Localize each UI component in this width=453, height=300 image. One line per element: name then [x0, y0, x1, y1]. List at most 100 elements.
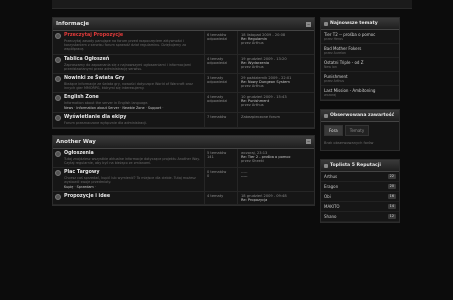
forum-title-link[interactable]: Przeczytaj Propozycje — [64, 33, 201, 38]
reputation-user-link[interactable]: Eragon — [324, 184, 338, 189]
subforum-link[interactable]: Newbie Zone — [122, 106, 144, 110]
category-header: Informacje − — [53, 18, 314, 31]
reputation-user-link[interactable]: Shano — [324, 214, 337, 219]
collapse-icon[interactable]: − — [306, 21, 311, 27]
forum-status-cell — [53, 55, 61, 73]
post-count: odpowiedzi — [207, 60, 228, 65]
forum-info: Ogłoszenia Tutaj znajdziesz wszystkie akt… — [61, 149, 204, 167]
latest-topic-meta: wczoraj — [324, 93, 337, 97]
post-count: odpowiedzi — [207, 80, 228, 85]
forum-description: Forum przeznaczone wyłącznie dla adminis… — [64, 120, 148, 125]
reputation-row: Arthus 22 — [321, 172, 399, 182]
reputation-value-badge: 22 — [387, 174, 396, 179]
last-post-date: ----- — [241, 170, 248, 175]
forum-row: Tablica Ogłoszeń Zapraszamy do zapoznania… — [53, 54, 314, 75]
reputation-value-badge: 16 — [387, 194, 396, 199]
forum-title-link[interactable]: English Zone — [64, 95, 201, 100]
forum-status-cell — [53, 74, 61, 92]
latest-topic-meta: przez Aurelan — [324, 51, 346, 55]
latest-topic-item[interactable]: Last Mission - Ambitoning wczoraj — [321, 86, 399, 100]
latest-topic-item[interactable]: Ostatni Triple - od Z New Ion — [321, 58, 399, 72]
subforum-link[interactable]: Sprzedam — [77, 185, 94, 189]
latest-topics-header: Najnowsze tematy — [321, 18, 399, 30]
watched-empty-text: Brak obserwowanych forów — [324, 141, 374, 145]
reputation-user-link[interactable]: Arthus — [324, 174, 337, 179]
last-post-info: ----- ----- — [237, 168, 314, 191]
tab-fora[interactable]: Fora — [324, 125, 343, 136]
latest-topic-item[interactable]: Bad Mother Fokers przez Aurelan — [321, 44, 399, 58]
collapse-icon[interactable]: − — [306, 139, 311, 145]
forum-status-cell — [53, 149, 61, 167]
forum-status-cell — [53, 113, 61, 127]
last-post-link[interactable]: ----- — [241, 174, 247, 178]
last-post-author: przez Arthus — [241, 103, 264, 108]
last-post-author: przez Arthus — [241, 64, 264, 69]
reputation-box: Toplista 5 Reputacji Arthus 22 Eragon 20 Obi… — [320, 159, 400, 223]
reputation-value-badge: 20 — [387, 184, 396, 189]
forum-row: Ogłoszenia Tutaj znajdziesz wszystkie akt… — [53, 148, 314, 169]
forum-stats: 4 tematy — [204, 191, 237, 204]
watch-icon — [324, 113, 328, 118]
reputation-value-badge: 12 — [387, 214, 396, 219]
subforum-link[interactable]: News — [64, 106, 73, 110]
top-bar — [52, 0, 412, 9]
forum-title-link[interactable]: Wyświetlanie dla ekipy — [64, 115, 201, 120]
subforum-list: Kupię · Sprzedam · — [64, 184, 96, 189]
forum-title-link[interactable]: Tablica Ogłoszeń — [64, 57, 201, 62]
forum-row: Nowinki ze Świata Gry Bieżące informacje … — [53, 74, 314, 94]
forum-title-link[interactable]: Ogłoszenia — [64, 151, 201, 156]
forum-row: English Zone Information about the server… — [53, 93, 314, 113]
forum-description: Tutaj znajdziesz wszystkie aktualne info… — [64, 156, 200, 166]
forum-status-cell — [53, 192, 61, 204]
topics-icon — [324, 21, 328, 26]
forum-title-link[interactable]: Plac Targowy — [64, 170, 201, 175]
topic-count: 7 tematów — [207, 114, 227, 119]
subforum-link[interactable]: Kupię — [64, 185, 73, 189]
forum-row: Plac Targowy Chcesz coś sprzedać, kupić l… — [53, 168, 314, 192]
reputation-row: Obi 16 — [321, 192, 399, 202]
category-title: Informacje — [56, 21, 90, 27]
forum-row: Przeczytaj Propozycje Przeczytaj zasady p… — [53, 31, 314, 55]
forum-info: Tablica Ogłoszeń Zapraszamy do zapoznania… — [61, 55, 204, 73]
last-post-link[interactable]: Re: Propozycja — [241, 198, 267, 202]
forum-description: Bieżące informacje ze świata gry, nowośc… — [64, 82, 193, 91]
forum-row: Propozycje i idee 4 tematy 18 grudzień 200… — [53, 191, 314, 205]
latest-topic-item[interactable]: Punishment przez Arthus — [321, 72, 399, 86]
tab-tematy[interactable]: Tematy — [344, 125, 370, 136]
category-title: Another Way — [56, 138, 96, 145]
latest-topic-meta: przez Arthus — [324, 79, 345, 83]
reputation-icon — [324, 163, 328, 168]
post-count: 141 — [207, 154, 214, 159]
last-post-info: Zabezpieczone forum — [237, 112, 314, 127]
forum-stats: 0 tematów 0 — [204, 168, 237, 191]
watched-title: Obserwowana zawartość — [330, 113, 395, 118]
reputation-title: Toplista 5 Reputacji — [330, 163, 381, 168]
forum-info: Wyświetlanie dla ekipy Forum przeznaczone… — [61, 113, 204, 127]
post-count: 0 — [207, 174, 210, 179]
last-post-info: 19 grudzień 2009 - 13:20 Re: Wydarzenia pr… — [237, 54, 314, 74]
latest-topics-box: Najnowsze tematy Tier T2 -- prośba o pom… — [320, 17, 400, 101]
subforum-link[interactable]: Information about Server — [76, 106, 119, 110]
reputation-user-link[interactable]: MAKITO — [324, 204, 340, 209]
forum-description: Chcesz coś sprzedać, kupić lub wymienić?… — [64, 176, 196, 185]
forum-stats: 6 tematów odpowiedzi — [204, 31, 237, 54]
last-post-author: przez Arthus — [241, 84, 264, 89]
subforum-link[interactable]: Support — [148, 106, 161, 110]
forum-status-cell — [53, 168, 61, 190]
last-post-info: 18 listopad 2009 - 20:08 Re: Regulamin prz… — [237, 31, 314, 54]
latest-topic-item[interactable]: Tier T2 -- prośba o pomoc przez Heros — [321, 30, 399, 44]
reputation-row: Eragon 20 — [321, 182, 399, 192]
forum-info: Plac Targowy Chcesz coś sprzedać, kupić l… — [61, 168, 204, 190]
last-post-author: przez Arthus — [241, 41, 264, 45]
forum-title-link[interactable]: Nowinki ze Świata Gry — [64, 76, 201, 81]
forum-stats: 4 tematy odpowiedzi — [204, 54, 237, 74]
watched-header: Obserwowana zawartość — [321, 110, 399, 122]
forum-title-link[interactable]: Propozycje i idee — [64, 194, 201, 199]
reputation-user-link[interactable]: Obi — [324, 194, 331, 199]
subforum-list: News · Information about Server · Newbie… — [64, 105, 164, 110]
forum-description: Przeczytaj zasady panujące na forum prze… — [64, 39, 187, 52]
reputation-row: Shano 12 — [321, 212, 399, 222]
post-count: odpowiedzi — [207, 99, 228, 104]
forum-info: English Zone Information about the server… — [61, 93, 204, 111]
forum-list: Informacje − Przeczytaj Propozycje Przecz… — [52, 17, 315, 212]
